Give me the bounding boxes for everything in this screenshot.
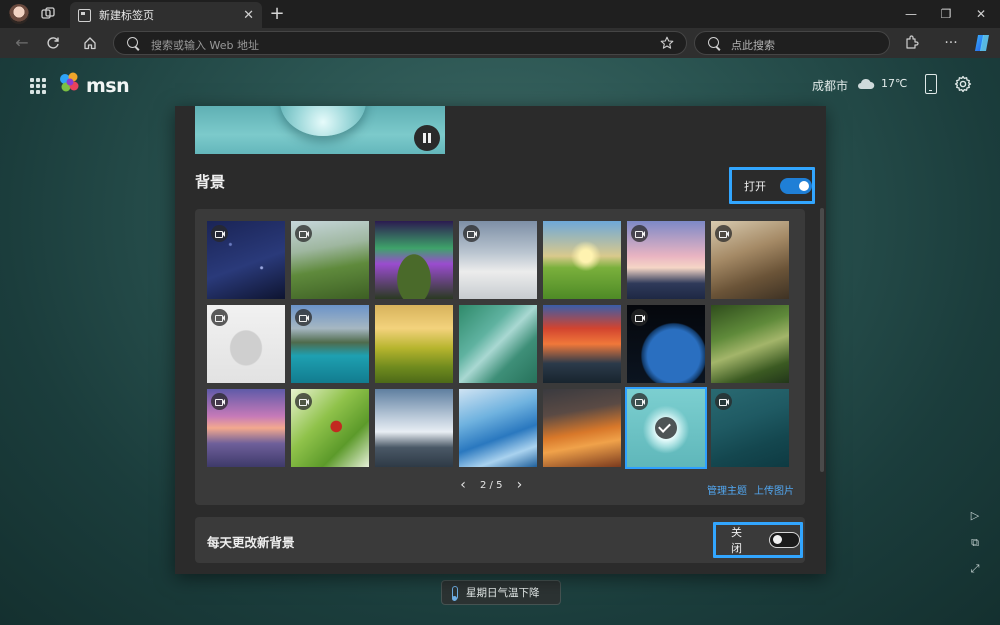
background-preview (195, 106, 445, 154)
background-thumbnail[interactable] (543, 221, 621, 299)
background-thumbnail[interactable] (627, 305, 705, 383)
video-camera-icon (211, 393, 228, 410)
address-placeholder: 搜索或输入 Web 地址 (151, 39, 259, 52)
favorite-star-icon[interactable] (660, 36, 674, 50)
thermometer-icon (452, 585, 458, 601)
background-thumbnail[interactable] (543, 305, 621, 383)
weather-alert-pill[interactable]: 星期日气温下降 (441, 580, 561, 605)
cloud-icon (858, 78, 875, 89)
search-placeholder: 点此搜索 (731, 39, 775, 52)
video-camera-icon (295, 225, 312, 242)
preview-droplet-image (280, 106, 366, 136)
daily-toggle-label: 关闭 (731, 526, 742, 555)
msn-logo-text: msn (86, 75, 130, 97)
video-camera-icon (295, 309, 312, 326)
expand-icon[interactable]: ⤢ (966, 560, 984, 578)
background-thumbnail[interactable] (711, 305, 789, 383)
gallery-pager: ‹ 2 / 5 › (458, 478, 524, 492)
manage-themes-link[interactable]: 管理主题 (707, 482, 747, 497)
image-info-icon[interactable]: ⧉ (966, 534, 984, 552)
daily-toggle-switch[interactable] (768, 532, 800, 548)
copilot-icon[interactable] (972, 33, 992, 53)
gear-icon[interactable] (954, 75, 972, 93)
new-tab-page-icon (78, 8, 91, 22)
app-launcher-icon[interactable] (30, 78, 46, 94)
restore-button[interactable]: ❐ (929, 0, 963, 28)
thumbnail-grid (207, 221, 789, 469)
workspaces-icon[interactable] (41, 7, 55, 21)
background-toggle-group[interactable]: 打开 (729, 167, 815, 204)
search-icon (127, 37, 138, 48)
daily-toggle-group[interactable]: 关闭 (713, 522, 803, 558)
navigation-bar: ← 搜索或输入 Web 地址 点此搜索 ··· (0, 28, 1000, 58)
pause-button[interactable] (414, 125, 440, 151)
new-tab-page: msn 成都市 17℃ ▷ ⧉ ⤢ 星期日气温下降 背景 打开 ‹ 2 / 5 … (0, 58, 1000, 625)
chevron-left-icon[interactable]: ‹ (458, 478, 468, 492)
page-indicator: 2 / 5 (480, 479, 503, 491)
background-thumbnail[interactable] (625, 387, 707, 469)
more-options-icon[interactable]: ··· (940, 32, 962, 54)
home-icon[interactable] (83, 36, 97, 50)
minimize-button[interactable]: — (894, 0, 928, 28)
tab-close-icon[interactable]: ✕ (243, 9, 254, 22)
video-camera-icon (631, 309, 648, 326)
background-thumbnail[interactable] (291, 221, 369, 299)
background-thumbnail[interactable] (711, 221, 789, 299)
daily-background-title: 每天更改新背景 (207, 535, 295, 550)
weather-temperature[interactable]: 17℃ (881, 77, 907, 90)
background-thumbnail[interactable] (543, 389, 621, 467)
search-icon (708, 37, 719, 48)
background-toggle-switch[interactable] (780, 177, 812, 194)
background-thumbnail[interactable] (459, 389, 537, 467)
background-thumbnail[interactable] (207, 221, 285, 299)
address-bar[interactable]: 搜索或输入 Web 地址 (113, 31, 687, 55)
weather-city[interactable]: 成都市 (812, 77, 848, 94)
close-window-button[interactable]: ✕ (964, 0, 998, 28)
video-camera-icon (631, 225, 648, 242)
phone-icon[interactable] (925, 74, 937, 94)
search-box[interactable]: 点此搜索 (694, 31, 890, 55)
video-camera-icon (295, 393, 312, 410)
profile-avatar[interactable] (9, 4, 29, 24)
video-camera-icon (631, 393, 648, 410)
video-camera-icon (211, 309, 228, 326)
play-icon[interactable]: ▷ (966, 507, 984, 525)
panel-scrollbar[interactable] (820, 208, 824, 472)
video-camera-icon (211, 225, 228, 242)
tab-new-tab[interactable]: 新建标签页 ✕ (70, 2, 262, 28)
background-thumbnail[interactable] (627, 221, 705, 299)
background-section-title: 背景 (195, 173, 226, 191)
background-toggle-label: 打开 (744, 179, 766, 193)
refresh-icon[interactable] (46, 36, 60, 50)
video-camera-icon (715, 225, 732, 242)
background-thumbnail[interactable] (459, 221, 537, 299)
background-settings-panel: 背景 打开 ‹ 2 / 5 › 管理主题 上传图片 每天更改新背景 关闭 (175, 106, 826, 574)
checkmark-icon (655, 417, 677, 439)
background-thumbnail[interactable] (375, 389, 453, 467)
tab-title: 新建标签页 (99, 9, 154, 22)
background-thumbnail[interactable] (291, 305, 369, 383)
background-thumbnail[interactable] (207, 389, 285, 467)
upload-image-link[interactable]: 上传图片 (754, 482, 794, 497)
background-thumbnail[interactable] (459, 305, 537, 383)
back-button[interactable]: ← (11, 32, 33, 54)
extensions-icon[interactable] (904, 35, 919, 50)
background-thumbnail[interactable] (207, 305, 285, 383)
chevron-right-icon[interactable]: › (514, 478, 524, 492)
new-tab-button[interactable]: + (266, 3, 288, 25)
video-camera-icon (715, 393, 732, 410)
title-bar: 新建标签页 ✕ + — ❐ ✕ (0, 0, 1000, 28)
background-thumbnail[interactable] (711, 389, 789, 467)
video-camera-icon (463, 225, 480, 242)
daily-background-row: 每天更改新背景 关闭 (195, 517, 805, 563)
background-gallery: ‹ 2 / 5 › 管理主题 上传图片 (195, 209, 805, 505)
background-thumbnail[interactable] (375, 305, 453, 383)
weather-alert-text: 星期日气温下降 (466, 587, 540, 599)
background-thumbnail[interactable] (375, 221, 453, 299)
background-thumbnail[interactable] (291, 389, 369, 467)
msn-butterfly-logo-icon (60, 72, 79, 92)
